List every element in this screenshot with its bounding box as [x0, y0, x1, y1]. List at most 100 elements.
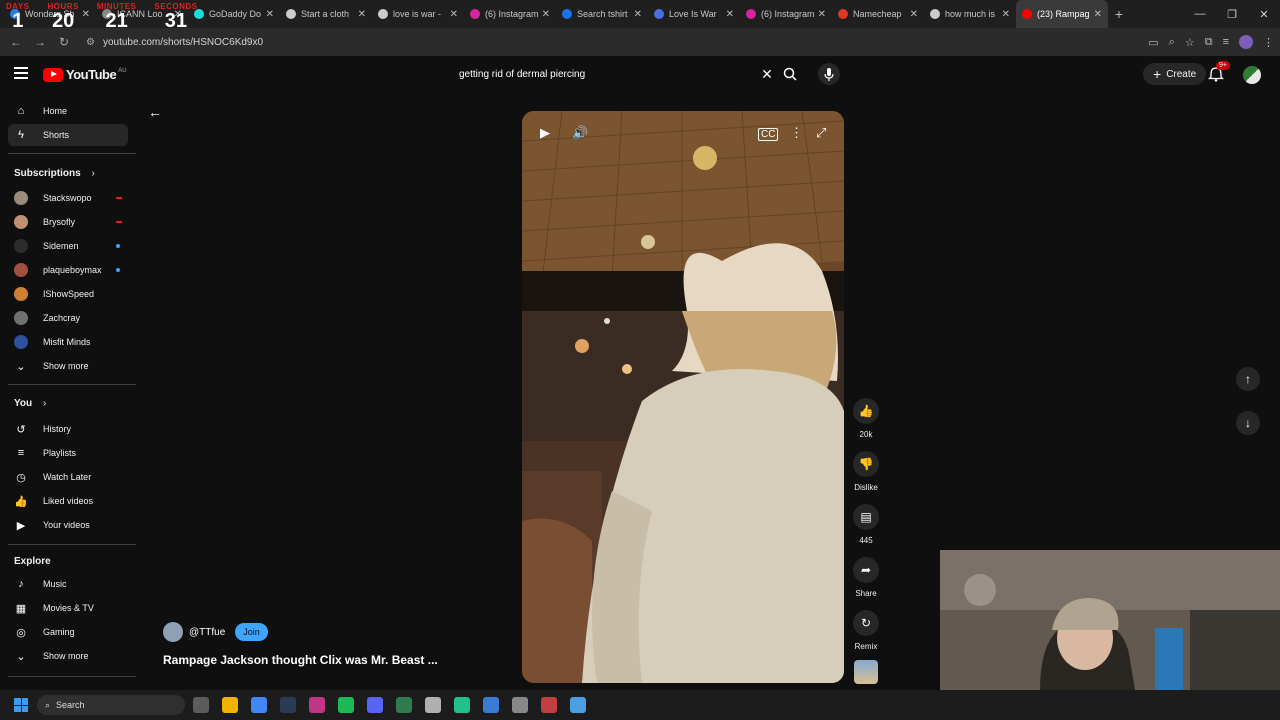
subscriptions-heading[interactable]: Subscriptions ›: [14, 168, 95, 179]
subscription-item[interactable]: Sidemen: [8, 235, 128, 257]
browser-tab[interactable]: (6) Instagram ✕: [740, 0, 832, 28]
extensions-icon[interactable]: ⧉: [1205, 36, 1213, 49]
sidebar-item-home[interactable]: ⌂ Home: [8, 100, 128, 122]
menu-kebab-icon[interactable]: ⋮: [1263, 36, 1274, 49]
browser-tab[interactable]: Namecheap ✕: [832, 0, 924, 28]
task-view-icon[interactable]: [193, 697, 209, 713]
hamburger-menu-icon[interactable]: [14, 67, 28, 82]
browser-tab[interactable]: (23) Rampag ✕: [1016, 0, 1108, 28]
install-app-icon[interactable]: ▭: [1148, 36, 1158, 49]
browser-tab[interactable]: Search tshirt ✕: [556, 0, 648, 28]
windows-start-icon[interactable]: [14, 698, 28, 712]
remix-button[interactable]: ↻ Remix: [850, 610, 882, 651]
app-icon[interactable]: [454, 697, 470, 713]
youtube-logo[interactable]: YouTube AU: [43, 67, 127, 82]
sidebar-item-shorts[interactable]: ϟ Shorts: [8, 124, 128, 146]
bookmark-star-icon[interactable]: ☆: [1185, 36, 1195, 49]
close-tab-icon[interactable]: ✕: [542, 9, 550, 20]
sound-thumbnail[interactable]: [854, 660, 878, 684]
browser-tab[interactable]: love is war - ✕: [372, 0, 464, 28]
new-tab-button[interactable]: +: [1108, 6, 1130, 22]
share-button[interactable]: ➦ Share: [850, 557, 882, 598]
sidebar-item-you[interactable]: ↺ History: [8, 418, 128, 440]
sidebar-item-you[interactable]: ◷ Watch Later: [8, 466, 128, 488]
app-icon[interactable]: [425, 697, 441, 713]
play-icon[interactable]: ▶: [540, 125, 550, 141]
comments-button[interactable]: ▤ 445: [850, 504, 882, 545]
subscription-item[interactable]: Misfit Minds: [8, 331, 128, 353]
media-control-icon[interactable]: ≡: [1223, 36, 1229, 48]
account-avatar[interactable]: [1243, 66, 1261, 84]
create-button[interactable]: + Create: [1143, 63, 1207, 85]
spotify-icon[interactable]: [338, 697, 354, 713]
close-tab-icon[interactable]: ✕: [1094, 9, 1102, 20]
back-icon[interactable]: ←: [4, 35, 28, 49]
minimize-icon[interactable]: —: [1184, 8, 1216, 20]
close-tab-icon[interactable]: ✕: [266, 9, 274, 20]
url-field[interactable]: ⚙ youtube.com/shorts/HSNOC6Kd9x0: [86, 31, 1086, 53]
previous-short-button[interactable]: ↑: [1236, 367, 1260, 391]
dislike-button[interactable]: 👎 Dislike: [850, 451, 882, 492]
terminal-icon[interactable]: [396, 697, 412, 713]
join-button[interactable]: Join: [235, 623, 268, 641]
restore-icon[interactable]: ❐: [1216, 8, 1248, 21]
close-window-icon[interactable]: ✕: [1248, 8, 1280, 21]
discord-icon[interactable]: [367, 697, 383, 713]
sidebar-item-you[interactable]: ▶ Your videos: [8, 514, 128, 536]
subscription-item[interactable]: Stackswopo: [8, 187, 128, 209]
steam-icon[interactable]: [280, 697, 296, 713]
captions-icon[interactable]: CC: [758, 128, 779, 141]
show-more-subscriptions[interactable]: ⌄ Show more: [8, 355, 128, 377]
subscription-item[interactable]: IShowSpeed: [8, 283, 128, 305]
volume-icon[interactable]: 🔊: [572, 125, 588, 141]
like-button[interactable]: 👍 20k: [850, 398, 882, 439]
close-tab-icon[interactable]: ✕: [726, 9, 734, 20]
file-explorer-icon[interactable]: [222, 697, 238, 713]
close-tab-icon[interactable]: ✕: [450, 9, 458, 20]
browser-tab[interactable]: (6) Instagram ✕: [464, 0, 556, 28]
instagram-icon[interactable]: [309, 697, 325, 713]
sidebar-item-you[interactable]: 👍 Liked videos: [8, 490, 128, 512]
subscription-item[interactable]: Brysofly: [8, 211, 128, 233]
close-tab-icon[interactable]: ✕: [358, 9, 366, 20]
taskbar-search[interactable]: ⌕ Search: [37, 695, 185, 715]
close-tab-icon[interactable]: ✕: [818, 9, 826, 20]
search-button[interactable]: [780, 62, 800, 86]
sidebar-item-explore[interactable]: ♪ Music: [8, 573, 128, 595]
short-title[interactable]: Rampage Jackson thought Clix was Mr. Bea…: [163, 653, 438, 667]
you-heading[interactable]: You ›: [14, 398, 46, 409]
clear-search-icon[interactable]: ✕: [757, 66, 777, 83]
browser-tab[interactable]: how much is ✕: [924, 0, 1016, 28]
sidebar-item-you[interactable]: ≡ Playlists: [8, 442, 128, 464]
app-icon[interactable]: [512, 697, 528, 713]
app-icon[interactable]: [483, 697, 499, 713]
browser-tab[interactable]: Love Is War ✕: [648, 0, 740, 28]
show-more-explore[interactable]: ⌄ Show more: [8, 645, 128, 667]
channel-handle[interactable]: @TTfue: [189, 627, 225, 638]
close-tab-icon[interactable]: ✕: [910, 9, 918, 20]
subscription-item[interactable]: Zachcray: [8, 307, 128, 329]
close-tab-icon[interactable]: ✕: [634, 9, 642, 20]
back-arrow-icon[interactable]: ←: [148, 104, 162, 120]
sidebar-item-explore[interactable]: ▦ Movies & TV: [8, 597, 128, 619]
more-options-icon[interactable]: ⋮: [790, 125, 803, 141]
search-box[interactable]: getting rid of dermal piercing ✕: [449, 62, 777, 86]
sidebar-item-explore[interactable]: ◎ Gaming: [8, 621, 128, 643]
close-tab-icon[interactable]: ✕: [1002, 9, 1010, 20]
browser-tab[interactable]: Start a cloth ✕: [280, 0, 372, 28]
voice-search-button[interactable]: [818, 63, 840, 85]
browser-tab[interactable]: GoDaddy Do ✕: [188, 0, 280, 28]
shorts-video-player[interactable]: ▶ 🔊 CC ⋮ ⤢: [522, 111, 844, 683]
fullscreen-icon[interactable]: ⤢: [816, 125, 826, 141]
notifications-button[interactable]: 9+: [1207, 61, 1230, 84]
next-short-button[interactable]: ↓: [1236, 411, 1260, 435]
forward-icon[interactable]: →: [28, 35, 52, 49]
notes-icon[interactable]: [570, 697, 586, 713]
channel-avatar[interactable]: [163, 622, 183, 642]
subscription-item[interactable]: plaqueboymax: [8, 259, 128, 281]
profile-avatar[interactable]: [1239, 35, 1253, 49]
zoom-icon[interactable]: ⌕: [1169, 36, 1175, 49]
chrome-icon[interactable]: [251, 697, 267, 713]
site-info-icon[interactable]: ⚙: [86, 37, 95, 48]
reload-icon[interactable]: ↻: [52, 35, 76, 49]
